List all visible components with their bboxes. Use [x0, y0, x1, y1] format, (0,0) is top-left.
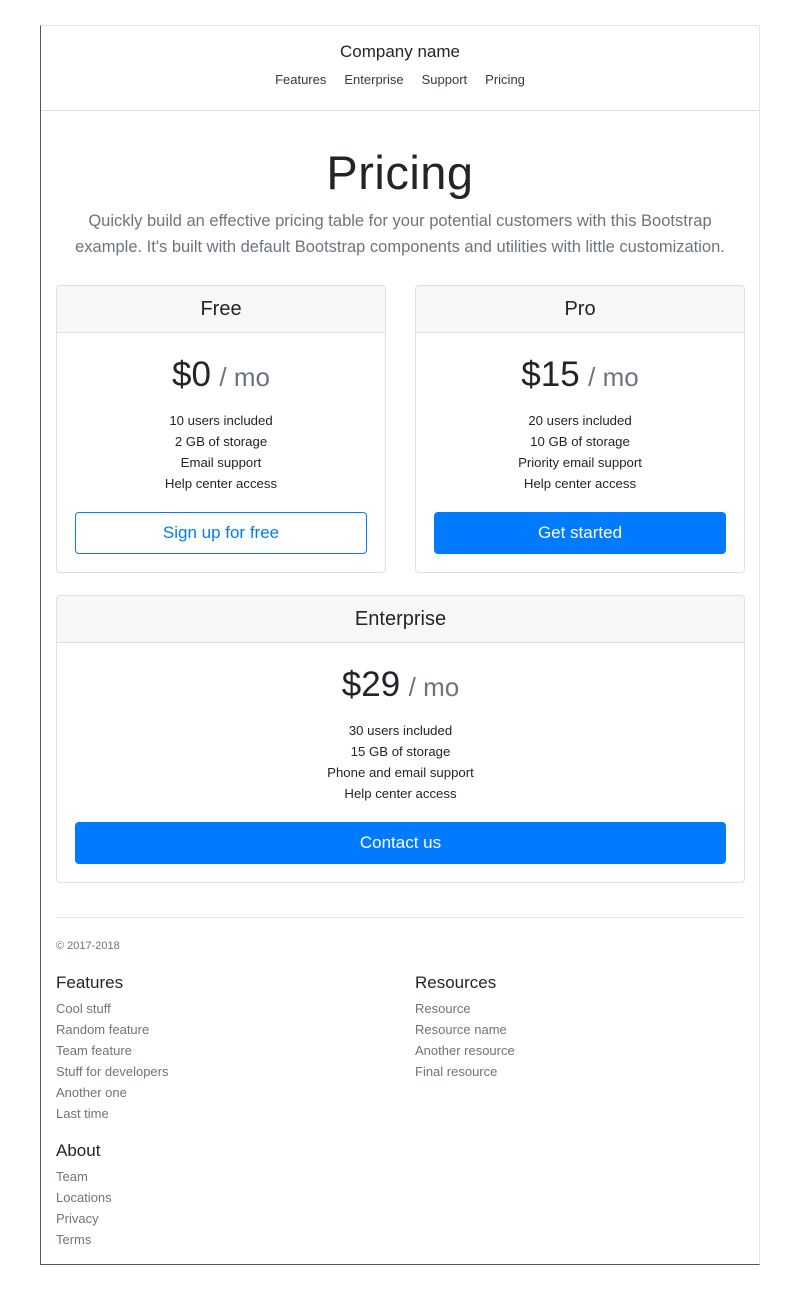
page-title: Pricing	[326, 146, 474, 199]
plan-feature: 30 users included	[348, 723, 453, 738]
plan-card-free: Free $0 / mo 10 users included 2 GB of s…	[56, 285, 386, 573]
plan-card-pro: Pro $15 / mo 20 users included 10 GB of …	[415, 285, 745, 573]
top-nav: Features Enterprise Support Pricing	[41, 72, 759, 87]
site-header: Company name Features Enterprise Support…	[41, 26, 759, 111]
footer-link[interactable]: Another resource	[415, 1040, 515, 1061]
footer-divider	[56, 917, 745, 918]
sign-up-free-button[interactable]: Sign up for free	[75, 512, 367, 554]
footer-link[interactable]: Terms	[56, 1229, 112, 1250]
plan-name: Enterprise	[57, 596, 744, 643]
plan-feature: 10 users included	[169, 413, 273, 428]
plan-feature: Help center access	[344, 786, 457, 801]
footer-link[interactable]: Random feature	[56, 1019, 169, 1040]
price-period: / mo	[408, 672, 460, 702]
footer-link[interactable]: Stuff for developers	[56, 1061, 169, 1082]
footer-heading: About	[56, 1141, 101, 1160]
footer-features-column: Features Cool stuff Random feature Team …	[56, 970, 169, 1124]
footer-link[interactable]: Locations	[56, 1187, 112, 1208]
plan-name: Pro	[416, 286, 744, 333]
footer-heading: Resources	[415, 973, 497, 992]
plan-feature: 20 users included	[528, 413, 632, 428]
nav-link-features[interactable]: Features	[275, 72, 326, 87]
price-period: / mo	[219, 362, 270, 392]
get-started-button[interactable]: Get started	[434, 512, 726, 554]
footer-link[interactable]: Privacy	[56, 1208, 112, 1229]
footer-link[interactable]: Resource name	[415, 1019, 515, 1040]
footer-about-column: About Team Locations Privacy Terms	[56, 1138, 112, 1250]
price-amount: $0	[172, 355, 211, 394]
plan-feature: 2 GB of storage	[174, 434, 268, 449]
nav-link-support[interactable]: Support	[422, 72, 468, 87]
footer-link[interactable]: Last time	[56, 1103, 169, 1124]
footer-link[interactable]: Team	[56, 1166, 112, 1187]
plan-feature-list: 20 users included 10 GB of storage Prior…	[416, 410, 744, 494]
plan-feature-list: 10 users included 2 GB of storage Email …	[57, 410, 385, 494]
footer-link[interactable]: Final resource	[415, 1061, 515, 1082]
plan-price: $15 / mo	[416, 351, 744, 399]
hero-lead: Quickly build an effective pricing table…	[75, 212, 725, 256]
price-period: / mo	[588, 362, 639, 392]
price-amount: $15	[521, 355, 580, 394]
plan-feature: 15 GB of storage	[350, 744, 451, 759]
copyright-text: © 2017-2018	[56, 940, 120, 952]
plan-feature: Help center access	[164, 476, 278, 491]
footer-link[interactable]: Resource	[415, 998, 515, 1019]
footer-heading: Features	[56, 973, 124, 992]
plan-feature: Priority email support	[518, 455, 642, 470]
plan-price: $0 / mo	[57, 351, 385, 399]
plan-feature: Phone and email support	[327, 765, 474, 780]
footer-link[interactable]: Another one	[56, 1082, 169, 1103]
plan-card-enterprise: Enterprise $29 / mo 30 users included 15…	[56, 595, 745, 883]
footer-link[interactable]: Team feature	[56, 1040, 169, 1061]
nav-link-enterprise[interactable]: Enterprise	[344, 72, 403, 87]
plan-name: Free	[57, 286, 385, 333]
plan-feature: 10 GB of storage	[530, 434, 630, 449]
plan-feature: Email support	[180, 455, 262, 470]
plan-feature-list: 30 users included 15 GB of storage Phone…	[57, 720, 744, 804]
nav-link-pricing[interactable]: Pricing	[485, 72, 525, 87]
plan-price: $29 / mo	[57, 661, 744, 709]
footer-resources-column: Resources Resource Resource name Another…	[415, 970, 515, 1082]
contact-us-button[interactable]: Contact us	[75, 822, 726, 864]
brand-name[interactable]: Company name	[41, 42, 759, 62]
pricing-hero: Pricing Quickly build an effective prici…	[41, 144, 759, 260]
page-frame: Company name Features Enterprise Support…	[40, 25, 760, 1265]
plan-feature: Help center access	[523, 476, 637, 491]
price-amount: $29	[341, 665, 401, 704]
footer-link[interactable]: Cool stuff	[56, 998, 169, 1019]
